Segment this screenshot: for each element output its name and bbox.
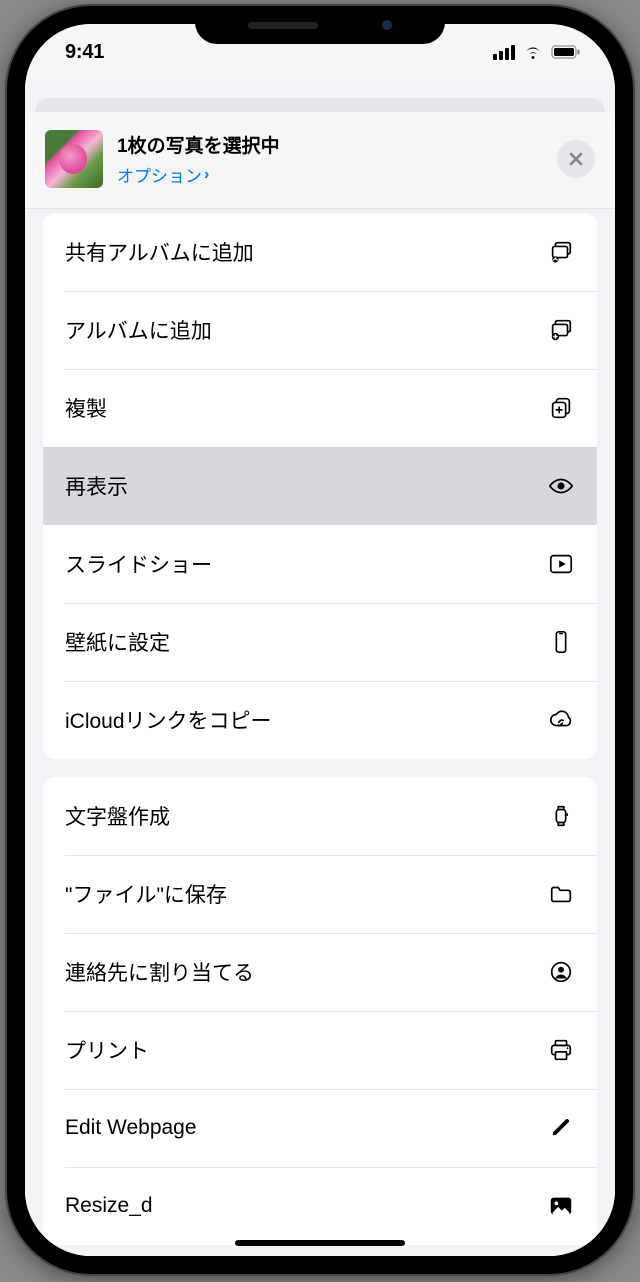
close-button[interactable] [557, 140, 595, 178]
action-label: 再表示 [65, 471, 128, 501]
actions-list[interactable]: 共有アルバムに追加アルバムに追加複製再表示スライドショー壁紙に設定 iCloudリ… [25, 209, 615, 1256]
action-row[interactable]: プリント [43, 1011, 597, 1089]
chevron-right-icon: › [204, 166, 209, 184]
header-text: 1枚の写真を選択中 オプション › [117, 131, 557, 187]
action-row[interactable]: 文字盤作成 [43, 777, 597, 855]
share-sheet: 1枚の写真を選択中 オプション › 共有アルバムに追加アルバムに追加複製再表示ス… [25, 112, 615, 1256]
action-row[interactable]: 再表示 [43, 447, 597, 525]
home-indicator[interactable] [235, 1240, 405, 1246]
action-label: Resize_d [65, 1194, 153, 1218]
action-label: 複製 [65, 393, 107, 423]
contact-icon [547, 958, 575, 986]
eye-icon [547, 472, 575, 500]
action-row[interactable]: アルバムに追加 [43, 291, 597, 369]
action-row[interactable]: 共有アルバムに追加 [43, 213, 597, 291]
cloud-link-icon [547, 706, 575, 734]
photo-thumbnail [45, 130, 103, 188]
play-icon [547, 550, 575, 578]
notch [195, 6, 445, 44]
options-button[interactable]: オプション › [117, 162, 557, 187]
battery-icon [551, 45, 581, 59]
cellular-icon [493, 45, 515, 60]
watch-icon [547, 802, 575, 830]
options-label: オプション [117, 162, 202, 187]
action-label: アルバムに追加 [65, 315, 212, 345]
action-label: スライドショー [65, 549, 212, 579]
action-label: プリント [65, 1035, 149, 1065]
print-icon [547, 1036, 575, 1064]
image-icon [547, 1192, 575, 1220]
action-group: 文字盤作成 "ファイル"に保存連絡先に割り当てるプリント Edit Webpage R… [43, 777, 597, 1245]
action-label: 共有アルバムに追加 [65, 237, 254, 267]
action-label: 連絡先に割り当てる [65, 957, 254, 987]
pencil-icon [547, 1114, 575, 1142]
sheet-header: 1枚の写真を選択中 オプション › [25, 112, 615, 209]
selection-title: 1枚の写真を選択中 [117, 131, 557, 158]
action-row[interactable]: 壁紙に設定 [43, 603, 597, 681]
action-row[interactable]: 複製 [43, 369, 597, 447]
action-label: Edit Webpage [65, 1116, 197, 1140]
action-row[interactable]: "ファイル"に保存 [43, 855, 597, 933]
front-camera [382, 20, 392, 30]
action-label: iCloudリンクをコピー [65, 705, 272, 735]
wifi-icon [522, 44, 544, 60]
close-icon [568, 151, 584, 167]
device-frame: 9:41 1枚の写真を選択中 オプション [7, 6, 633, 1274]
share-sheet-layer: 1枚の写真を選択中 オプション › 共有アルバムに追加アルバムに追加複製再表示ス… [25, 80, 615, 1256]
status-time: 9:41 [65, 41, 104, 64]
action-label: "ファイル"に保存 [65, 879, 227, 909]
action-row[interactable]: 連絡先に割り当てる [43, 933, 597, 1011]
action-row[interactable]: iCloudリンクをコピー [43, 681, 597, 759]
duplicate-icon [547, 394, 575, 422]
action-group: 共有アルバムに追加アルバムに追加複製再表示スライドショー壁紙に設定 iCloudリ… [43, 213, 597, 759]
screen: 9:41 1枚の写真を選択中 オプション [25, 24, 615, 1256]
speaker [248, 22, 318, 29]
action-row[interactable]: Edit Webpage [43, 1089, 597, 1167]
phone-icon [547, 628, 575, 656]
status-icons [493, 44, 581, 60]
action-row[interactable]: スライドショー [43, 525, 597, 603]
add-album-icon [547, 316, 575, 344]
shared-album-icon [547, 238, 575, 266]
action-row[interactable]: Resize_d [43, 1167, 597, 1245]
action-label: 壁紙に設定 [65, 627, 170, 657]
folder-icon [547, 880, 575, 908]
action-label: 文字盤作成 [65, 801, 170, 831]
